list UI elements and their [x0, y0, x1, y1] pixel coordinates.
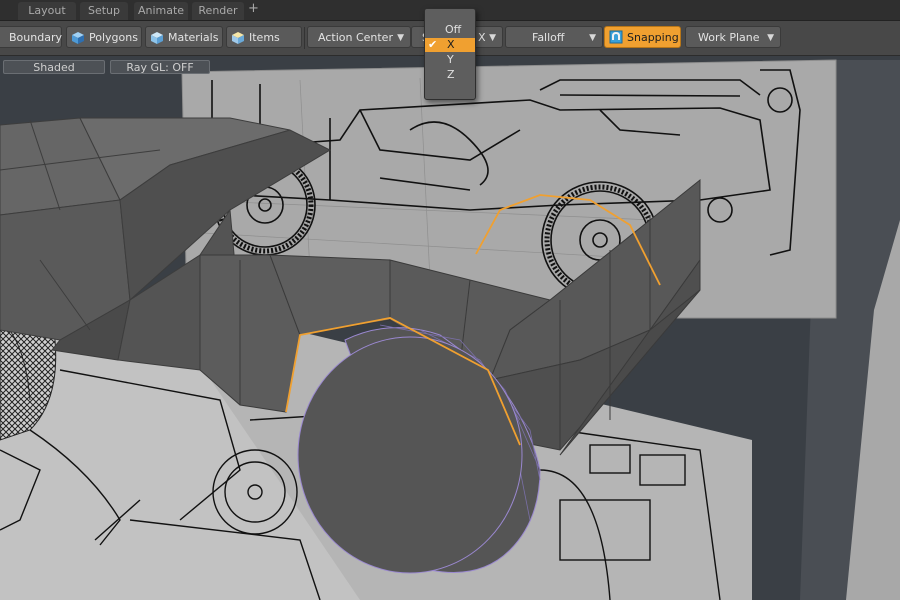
chevron-down-icon: ▼ [489, 33, 496, 43]
work-plane-label: Work Plane [698, 31, 760, 44]
menu-item-off[interactable]: Off [425, 23, 475, 37]
raygl-toggle[interactable]: Ray GL: OFF [110, 60, 210, 74]
magnet-icon [609, 30, 623, 44]
boundary-label: Boundary [9, 31, 62, 44]
menu-item-x[interactable]: ✔ X [425, 38, 475, 52]
tab-setup[interactable]: Setup [80, 2, 128, 20]
polygons-label: Polygons [89, 31, 138, 44]
cube-icon [72, 32, 84, 44]
polygons-button[interactable]: Polygons [66, 26, 142, 48]
tab-animate[interactable]: Animate [134, 2, 188, 20]
menu-item-y[interactable]: Y [425, 53, 475, 67]
checkmark-icon: ✔ [428, 38, 438, 51]
shading-mode-dropdown[interactable]: Shaded [3, 60, 105, 74]
menu-item-z[interactable]: Z [425, 68, 475, 82]
boundary-button[interactable]: Boundary [0, 26, 62, 48]
materials-label: Materials [168, 31, 219, 44]
items-button[interactable]: Items [226, 26, 302, 48]
action-center-label: Action Center [318, 31, 393, 44]
tab-layout[interactable]: Layout [18, 2, 76, 20]
symmetry-axis-value: X [478, 31, 486, 44]
chevron-down-icon: ▼ [589, 33, 596, 43]
tab-render[interactable]: Render [192, 2, 244, 20]
falloff-dropdown[interactable]: Falloff ▼ [505, 26, 603, 48]
cube-icon [151, 32, 163, 44]
cube-icon [232, 32, 244, 44]
materials-button[interactable]: Materials [145, 26, 223, 48]
add-tab-button[interactable]: + [248, 1, 259, 16]
chevron-down-icon: ▼ [767, 33, 774, 43]
snapping-label: Snapping [627, 31, 679, 44]
items-label: Items [249, 31, 280, 44]
chevron-down-icon: ▼ [397, 33, 404, 43]
toolbar-divider [304, 27, 305, 49]
action-center-dropdown[interactable]: Action Center ▼ [307, 26, 411, 48]
falloff-label: Falloff [532, 31, 565, 44]
symmetry-axis-menu: Off ✔ X Y Z [424, 8, 476, 100]
snapping-toggle-button[interactable]: Snapping [604, 26, 681, 48]
work-plane-dropdown[interactable]: Work Plane ▼ [685, 26, 781, 48]
